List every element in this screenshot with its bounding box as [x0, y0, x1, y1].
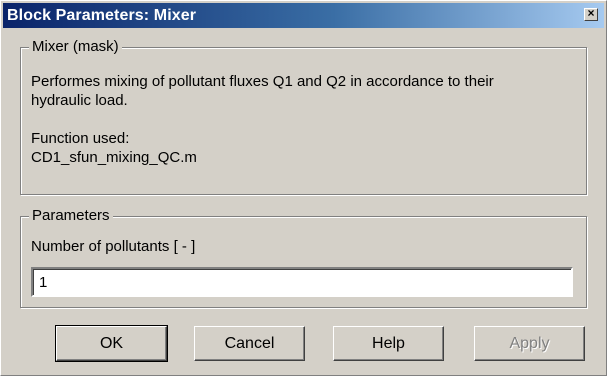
parameters-group-title: Parameters: [29, 207, 113, 224]
help-button[interactable]: Help: [333, 326, 444, 361]
description-group: Mixer (mask) Performes mixing of polluta…: [20, 38, 587, 195]
apply-button[interactable]: Apply: [474, 326, 585, 361]
cancel-button[interactable]: Cancel: [194, 326, 305, 361]
description-text: Performes mixing of pollutant fluxes Q1 …: [31, 72, 591, 167]
close-icon: ×: [587, 6, 595, 20]
ok-button[interactable]: OK: [55, 325, 168, 362]
close-button[interactable]: ×: [584, 6, 598, 21]
description-line: Performes mixing of pollutant fluxes Q1 …: [31, 73, 494, 90]
number-of-pollutants-input[interactable]: [31, 267, 573, 297]
number-of-pollutants-label: Number of pollutants [ - ]: [31, 238, 196, 255]
window-title: Block Parameters: Mixer: [7, 7, 197, 24]
title-bar[interactable]: Block Parameters: Mixer ×: [3, 3, 604, 28]
parameters-group: Parameters Number of pollutants [ - ]: [20, 207, 587, 308]
description-line: hydraulic load.: [31, 92, 128, 109]
description-group-title: Mixer (mask): [29, 38, 122, 55]
function-used-label: Function used:: [31, 130, 130, 147]
function-name: CD1_sfun_mixing_QC.m: [31, 149, 197, 166]
dialog-window: Block Parameters: Mixer × Mixer (mask) P…: [0, 0, 607, 376]
